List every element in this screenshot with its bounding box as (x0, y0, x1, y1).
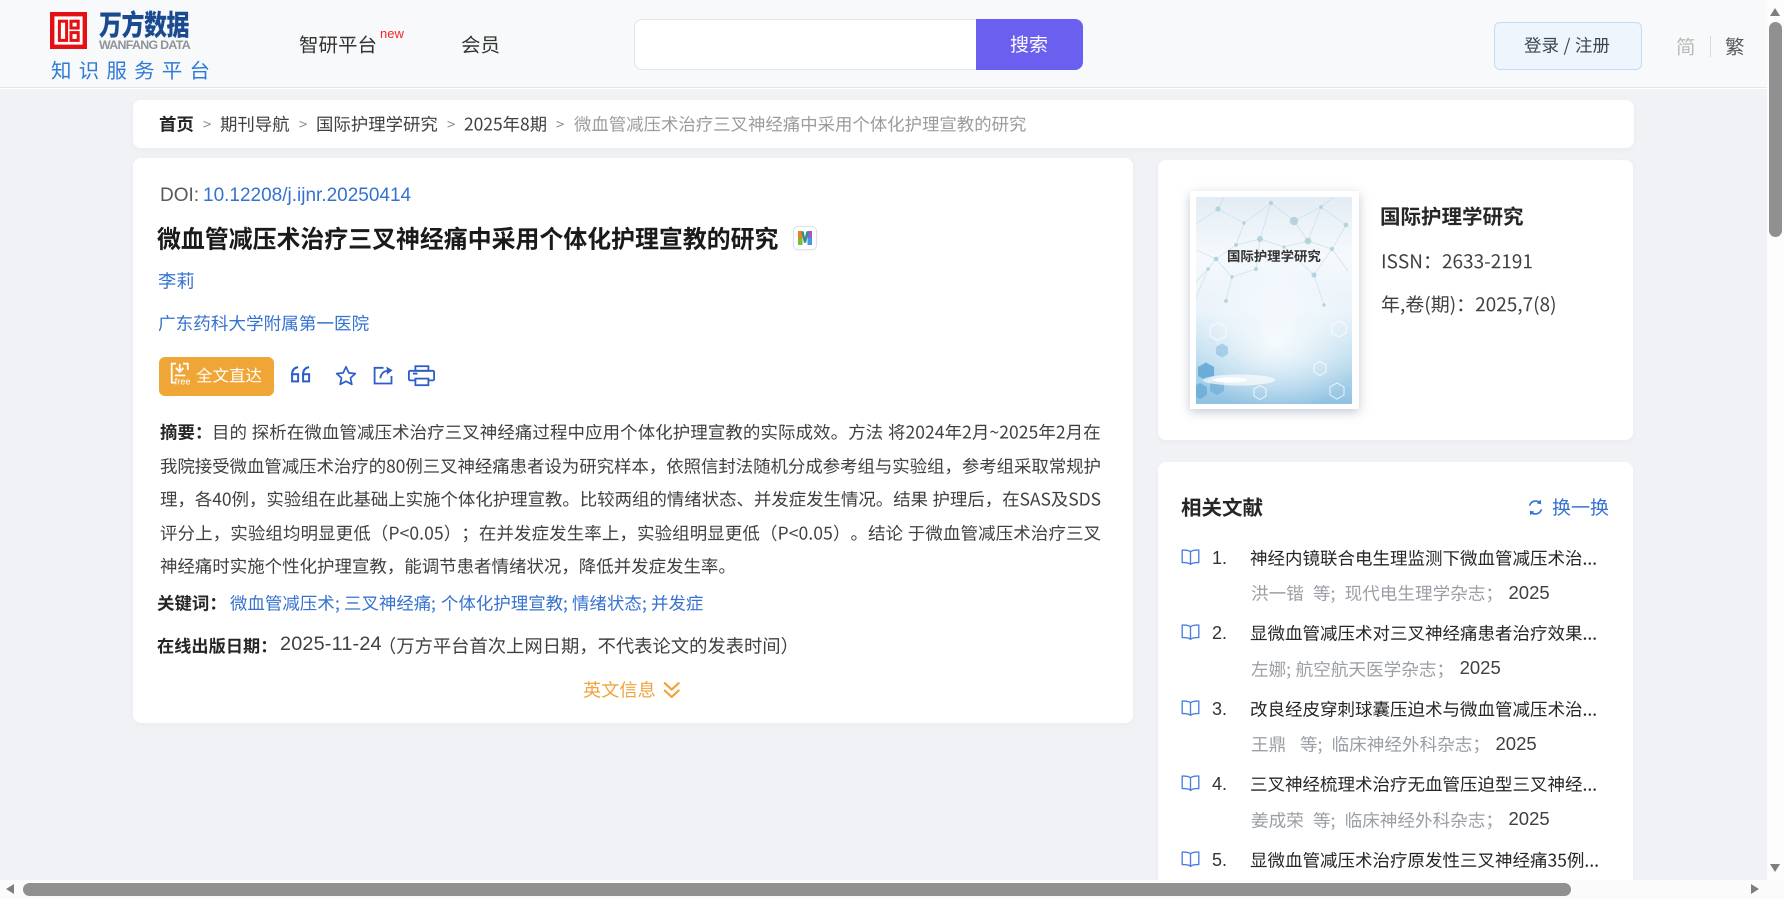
svg-text:free: free (175, 377, 191, 387)
